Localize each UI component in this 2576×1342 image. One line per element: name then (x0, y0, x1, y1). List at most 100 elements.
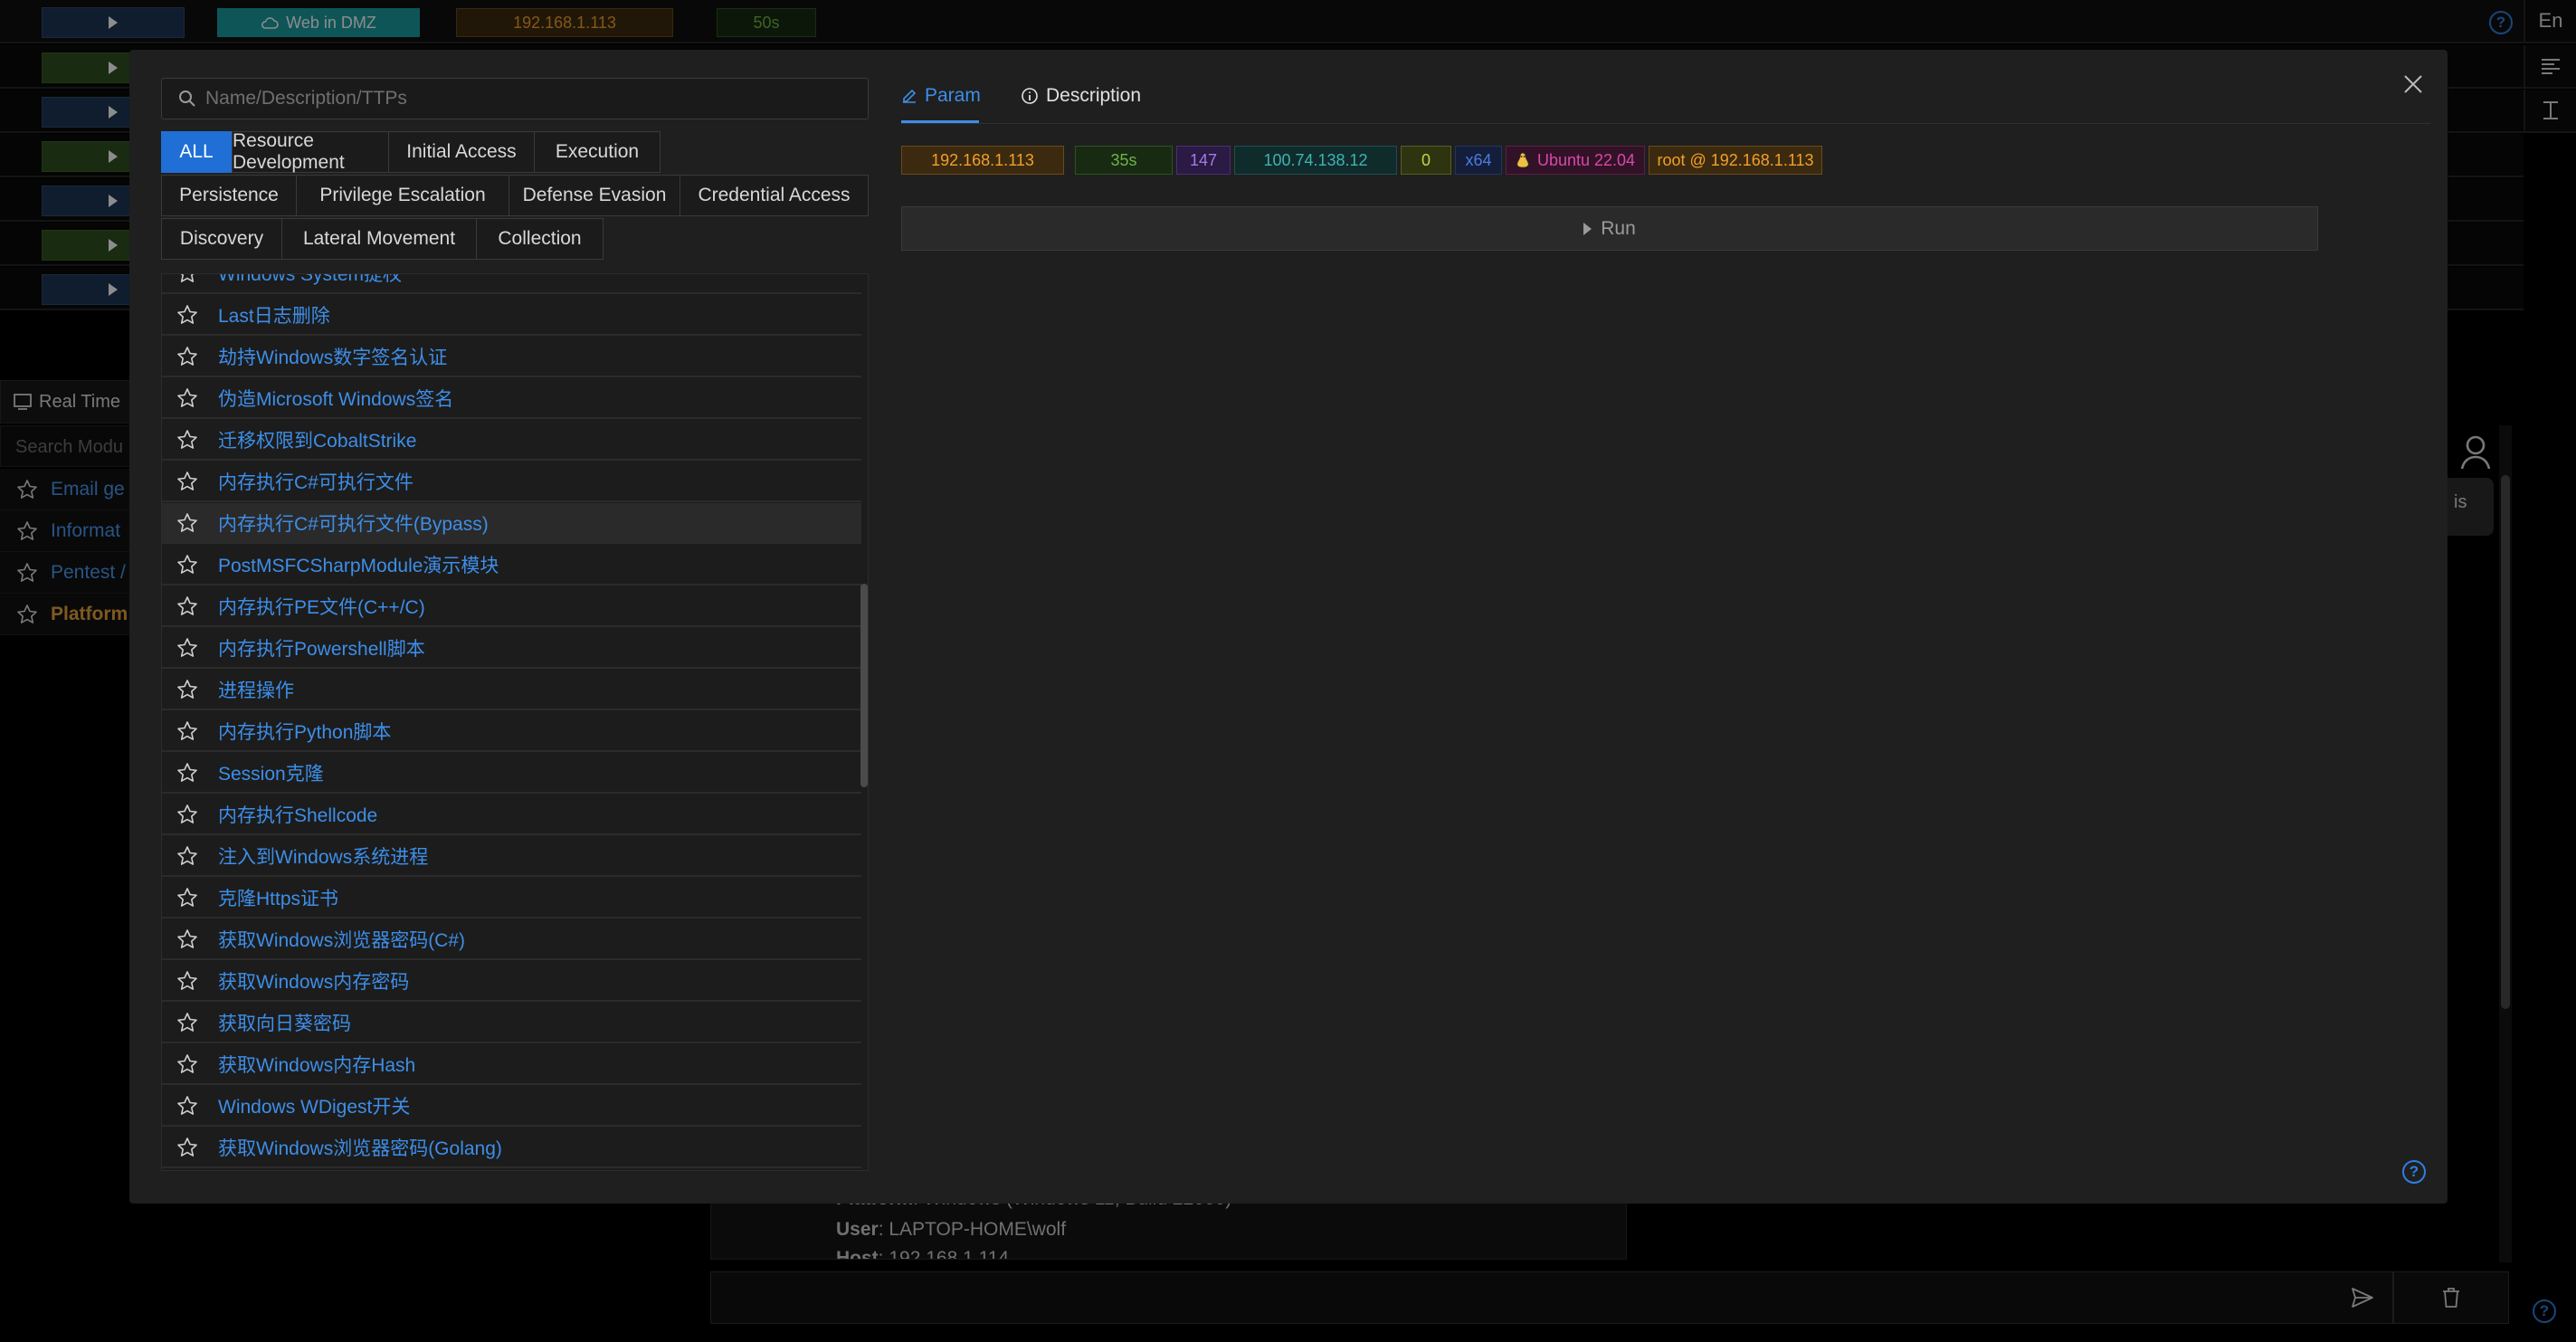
public-ip-chip: 100.74.138.12 (1234, 146, 1397, 175)
star-icon[interactable] (176, 512, 198, 534)
star-icon[interactable] (176, 887, 198, 909)
tab-description[interactable]: Description (1021, 80, 1141, 112)
star-icon[interactable] (176, 1095, 198, 1117)
module-name: 获取Windows浏览器密码(C#) (218, 929, 466, 951)
star-icon[interactable] (176, 554, 198, 576)
module-list-item[interactable]: Windows System提权 (162, 273, 861, 294)
module-list-item[interactable]: 劫持Windows数字签名认证 (162, 337, 861, 377)
star-icon[interactable] (176, 637, 198, 659)
os-chip-label: Ubuntu 22.04 (1536, 150, 1636, 169)
module-name: Windows WDigest开关 (218, 1096, 411, 1118)
tab-description-label: Description (1046, 85, 1142, 106)
star-icon[interactable] (176, 1137, 198, 1158)
module-list-item[interactable]: 迁移权限到CobaltStrike (162, 420, 861, 461)
run-button-label: Run (1601, 217, 1636, 239)
star-icon[interactable] (176, 804, 198, 825)
module-list-item[interactable]: Windows WDigest开关 (162, 1086, 861, 1127)
module-list-item[interactable]: 获取Windows内存Hash (162, 1044, 861, 1085)
module-list-item[interactable]: 获取向日葵密码 (162, 1003, 861, 1043)
module-name: 内存执行Powershell脚本 (218, 638, 425, 660)
module-name: 内存执行Python脚本 (218, 721, 392, 743)
module-list-item[interactable]: 内存执行Powershell脚本 (162, 628, 861, 669)
star-icon[interactable] (176, 387, 198, 409)
module-name: 获取Windows内存密码 (218, 971, 410, 993)
pid-chip: 147 (1176, 146, 1231, 175)
module-list-scrollbar[interactable] (860, 584, 868, 787)
module-name: 进程操作 (218, 680, 294, 701)
tactic-discovery[interactable]: Discovery (161, 218, 282, 260)
module-list-item[interactable]: 克隆Https证书 (162, 878, 861, 918)
star-icon[interactable] (176, 762, 198, 784)
module-search-input[interactable]: Name/Description/TTPs (161, 78, 869, 119)
star-icon[interactable] (176, 970, 198, 992)
module-list-item[interactable]: 获取Windows内存密码 (162, 961, 861, 1002)
star-icon[interactable] (176, 471, 198, 492)
module-list[interactable]: Windows System提权 Last日志删除劫持Windows数字签名认证伪… (161, 273, 869, 1171)
linux-icon (1516, 152, 1529, 168)
module-name: 劫持Windows数字签名认证 (218, 347, 448, 368)
module-list-item[interactable]: 伪造Microsoft Windows签名 (162, 378, 861, 419)
module-name: 内存执行PE文件(C++/C) (218, 596, 425, 618)
tab-param[interactable]: Param (901, 80, 981, 112)
module-name: 伪造Microsoft Windows签名 (218, 388, 454, 410)
module-list-item[interactable]: 获取Windows浏览器密码(C#) (162, 919, 861, 960)
module-list-item[interactable]: 内存执行Python脚本 (162, 711, 861, 752)
module-list-item[interactable]: 内存执行C#可执行文件(Bypass) (162, 503, 861, 544)
module-name: Session克隆 (218, 763, 324, 785)
tactic-execution[interactable]: Execution (534, 131, 661, 173)
star-icon[interactable] (176, 273, 198, 284)
module-name: 获取Windows浏览器密码(Golang) (218, 1137, 502, 1159)
help-icon[interactable]: ? (2402, 1160, 2426, 1184)
star-icon[interactable] (176, 720, 198, 742)
star-icon[interactable] (176, 304, 198, 326)
star-icon[interactable] (176, 346, 198, 367)
module-list-item[interactable]: 进程操作 (162, 670, 861, 710)
user-host-chip: root @ 192.168.1.113 (1649, 146, 1822, 175)
module-name: 内存执行C#可执行文件(Bypass) (218, 513, 489, 535)
module-name: 迁移权限到CobaltStrike (218, 430, 417, 452)
module-name: 获取向日葵密码 (218, 1013, 351, 1034)
module-list-item[interactable]: 获取Windows浏览器密码(Golang) (162, 1128, 861, 1168)
module-name: PostMSFCSharpModule演示模块 (218, 555, 499, 576)
star-icon[interactable] (176, 1012, 198, 1033)
info-icon (1022, 88, 1038, 104)
module-list-item[interactable]: 注入到Windows系统进程 (162, 836, 861, 877)
star-icon[interactable] (176, 1053, 198, 1075)
star-icon[interactable] (176, 679, 198, 700)
star-icon[interactable] (176, 845, 198, 867)
module-name: 克隆Https证书 (218, 888, 339, 909)
tactic-lateral-movement[interactable]: Lateral Movement (281, 218, 477, 260)
tactic-collection[interactable]: Collection (476, 218, 604, 260)
play-icon (1583, 222, 1592, 235)
module-name: 内存执行Shellcode (218, 804, 378, 826)
tactic-resource-development[interactable]: Resource Development (232, 130, 389, 173)
os-chip: Ubuntu 22.04 (1506, 146, 1645, 175)
module-list-item[interactable]: 内存执行Shellcode (162, 795, 861, 835)
heartbeat-chip: 35s (1075, 146, 1173, 175)
star-icon[interactable] (176, 595, 198, 617)
tactic-credential-access[interactable]: Credential Access (680, 175, 869, 216)
tactic-all[interactable]: ALL (161, 131, 232, 173)
edit-icon (903, 89, 917, 103)
module-list-item[interactable]: Session克隆 (162, 753, 861, 794)
module-list-item[interactable]: PostMSFCSharpModule演示模块 (162, 545, 861, 585)
tactic-defense-evasion[interactable]: Defense Evasion (509, 175, 680, 216)
module-list-item[interactable]: 内存执行C#可执行文件 (162, 462, 861, 502)
star-icon[interactable] (176, 429, 198, 451)
session-ip-chip: 192.168.1.113 (901, 146, 1064, 175)
flag-chip: 0 (1401, 146, 1451, 175)
tactic-privilege-escalation[interactable]: Privilege Escalation (296, 175, 509, 216)
tabs-divider (901, 123, 2430, 124)
star-icon[interactable] (176, 928, 198, 950)
module-list-item[interactable]: Last日志删除 (162, 295, 861, 336)
run-button[interactable]: Run (901, 206, 2318, 251)
search-placeholder: Name/Description/TTPs (205, 88, 407, 109)
tactic-initial-access[interactable]: Initial Access (388, 131, 535, 173)
search-icon (179, 90, 195, 107)
module-list-item[interactable]: 内存执行PE文件(C++/C) (162, 586, 861, 627)
tab-param-label: Param (925, 85, 981, 106)
module-name: 获取Windows内存Hash (218, 1054, 416, 1076)
tactic-persistence[interactable]: Persistence (161, 175, 297, 216)
close-icon[interactable] (2400, 71, 2427, 98)
module-name: Last日志删除 (218, 305, 330, 327)
